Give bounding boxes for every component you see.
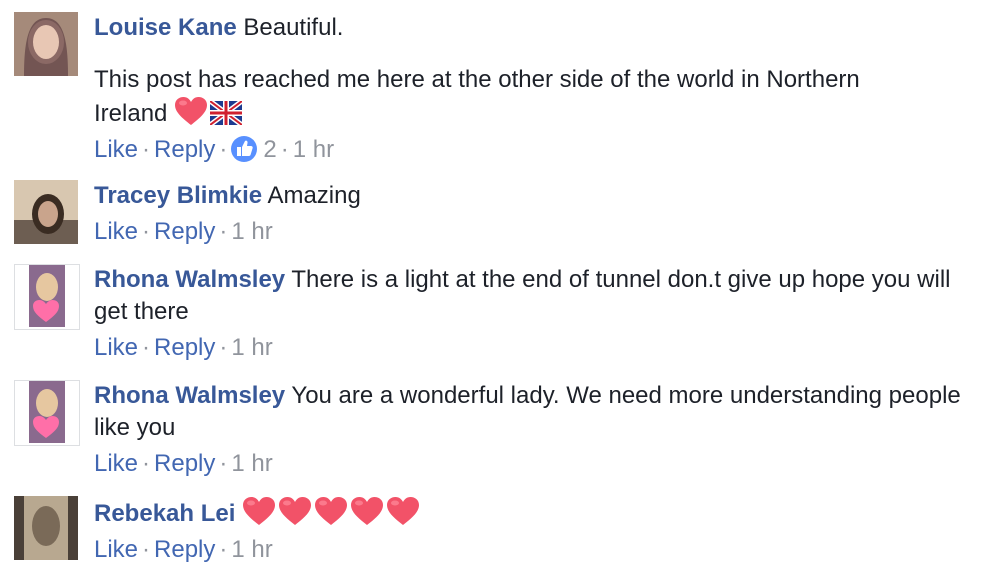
separator: · <box>142 536 151 563</box>
reply-link[interactable]: Reply <box>154 218 215 245</box>
heart-icon <box>175 97 208 125</box>
separator: · <box>142 334 151 361</box>
separator: · <box>219 536 228 563</box>
avatar[interactable] <box>14 180 78 244</box>
separator: · <box>219 450 228 477</box>
comment-message: This post has reached me here at the oth… <box>94 66 860 127</box>
timestamp[interactable]: 1 hr <box>231 218 272 245</box>
comment-text: Rhona Walmsley You are a wonderful lady.… <box>94 380 974 444</box>
avatar[interactable] <box>14 12 78 76</box>
avatar[interactable] <box>14 264 80 330</box>
like-link[interactable]: Like <box>94 334 138 361</box>
timestamp[interactable]: 1 hr <box>231 334 272 361</box>
like-link[interactable]: Like <box>94 136 138 163</box>
comment-message: Amazing <box>267 182 361 209</box>
comment-text: Rhona Walmsley There is a light at the e… <box>94 264 974 328</box>
author-name[interactable]: Rhona Walmsley <box>94 382 285 409</box>
separator: · <box>142 136 151 163</box>
heart-icon <box>351 497 384 525</box>
comment-actions: Like · Reply · 1 hr <box>94 332 974 364</box>
comment-text: Tracey Blimkie Amazing <box>94 180 974 212</box>
reply-link[interactable]: Reply <box>154 450 215 477</box>
author-name[interactable]: Louise Kane <box>94 14 237 41</box>
like-link[interactable]: Like <box>94 536 138 563</box>
like-reaction-icon[interactable] <box>231 136 258 162</box>
heart-icon <box>387 497 420 525</box>
comment-text: Rebekah Lei <box>94 496 974 530</box>
separator: · <box>219 136 228 163</box>
timestamp[interactable]: 1 hr <box>231 536 272 563</box>
author-name[interactable]: Rebekah Lei <box>94 500 235 527</box>
avatar[interactable] <box>14 496 78 560</box>
like-link[interactable]: Like <box>94 218 138 245</box>
comment-emoji <box>242 497 422 527</box>
comment-actions: Like · Reply · 1 hr <box>94 534 974 566</box>
separator: · <box>219 218 228 245</box>
comment-text: Louise Kane Beautiful. <box>94 12 974 44</box>
separator: · <box>142 450 151 477</box>
comment-actions: Like · Reply · 1 hr <box>94 216 974 248</box>
author-name[interactable]: Rhona Walmsley <box>94 266 285 293</box>
separator: · <box>219 334 228 361</box>
avatar[interactable] <box>14 380 80 446</box>
reply-link[interactable]: Reply <box>154 536 215 563</box>
separator: · <box>280 136 289 163</box>
like-link[interactable]: Like <box>94 450 138 477</box>
comment-actions: Like · Reply · 2 · 1 hr <box>94 134 974 166</box>
comment-actions: Like · Reply · 1 hr <box>94 448 974 480</box>
heart-icon <box>243 497 276 525</box>
separator: · <box>142 218 151 245</box>
timestamp[interactable]: 1 hr <box>293 136 334 163</box>
reply-link[interactable]: Reply <box>154 334 215 361</box>
reaction-count[interactable]: 2 <box>263 136 276 163</box>
uk-flag-icon <box>210 101 243 125</box>
comment-message: Beautiful. <box>243 14 344 41</box>
comment-text-continued: This post has reached me here at the oth… <box>94 64 914 130</box>
author-name[interactable]: Tracey Blimkie <box>94 182 262 209</box>
reply-link[interactable]: Reply <box>154 136 215 163</box>
heart-icon <box>315 497 348 525</box>
timestamp[interactable]: 1 hr <box>231 450 272 477</box>
heart-icon <box>279 497 312 525</box>
